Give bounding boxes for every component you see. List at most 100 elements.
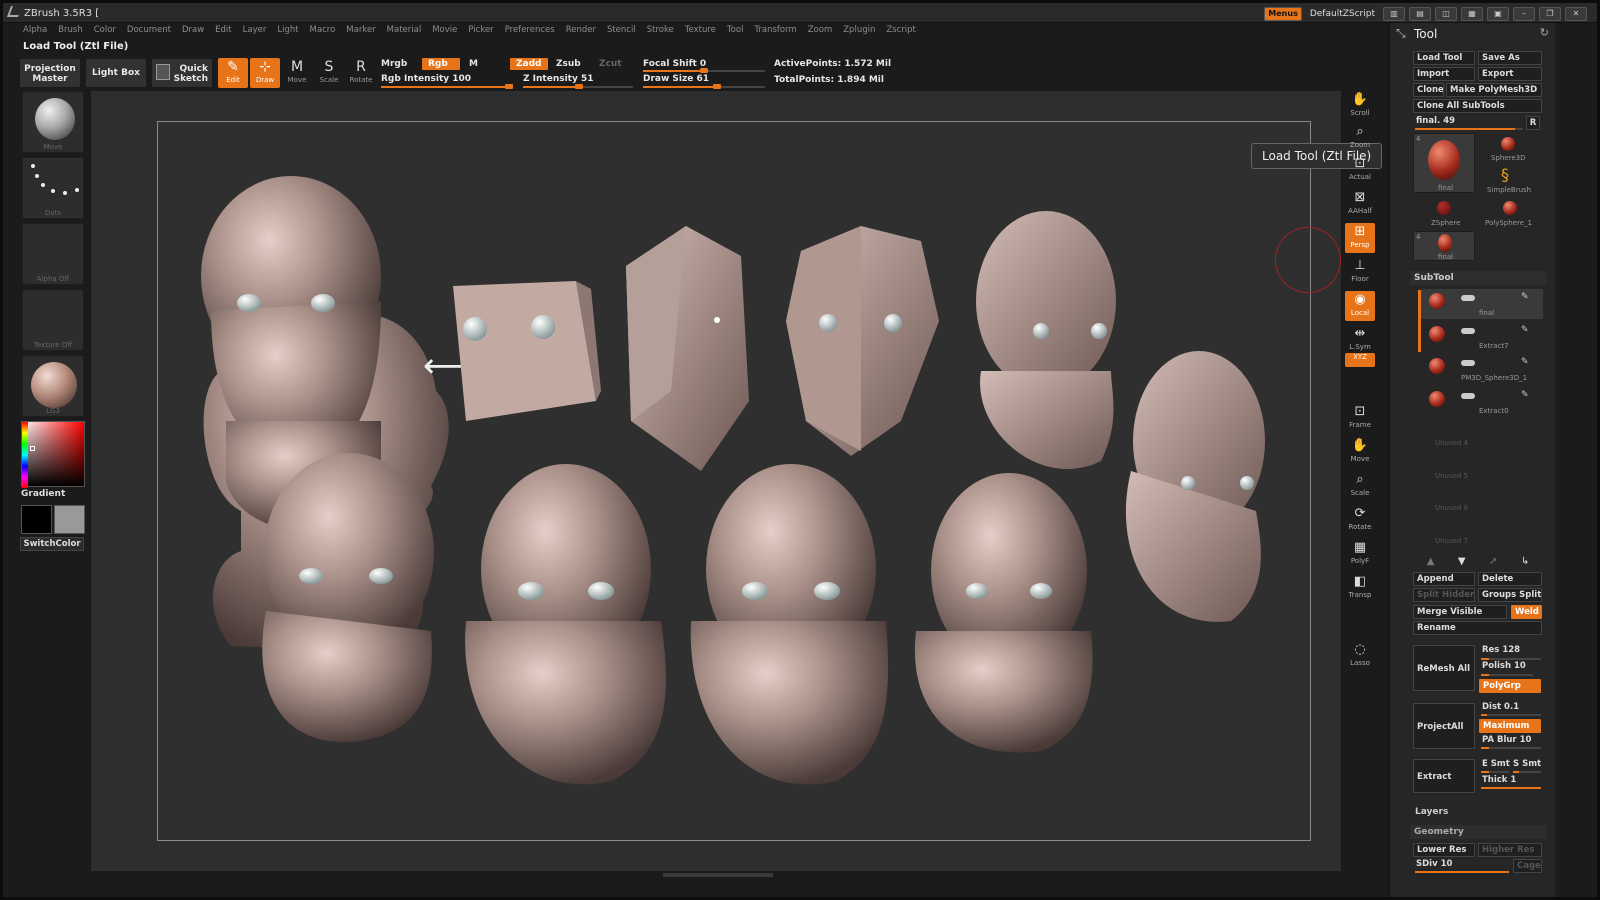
subtool-brush-icon[interactable]: ✎ [1521,390,1529,400]
help-icon[interactable]: ▦ [1461,7,1483,21]
ui-layout-icon[interactable]: ◫ [1435,7,1457,21]
canvas-viewport[interactable]: ⟷ [91,91,1341,871]
save-as-button[interactable]: Save As [1478,51,1542,65]
pa-blur-slider[interactable] [1481,747,1541,749]
menu-edit[interactable]: Edit [215,25,231,35]
shelf-lsym-button[interactable]: ⇹ L.Sym [1345,325,1375,355]
clone-button[interactable]: Clone [1413,83,1444,97]
shelf-persp-button[interactable]: ⊞ Persp [1345,223,1375,253]
layers-section[interactable]: Layers [1415,807,1448,817]
sdiv-slider[interactable] [1415,871,1509,873]
switch-color-button[interactable]: SwitchColor [20,537,84,551]
s-smt-slider[interactable] [1513,771,1541,773]
shelf-local-button[interactable]: ◉ Local [1345,291,1375,321]
cage-button[interactable]: Cage [1513,859,1542,873]
menu-movie[interactable]: Movie [432,25,457,35]
polygrp-toggle[interactable]: PolyGrp [1479,679,1541,693]
visibility-toggle-icon[interactable] [1461,327,1475,334]
mrgb-toggle[interactable]: Mrgb [381,59,407,69]
menu-zplugin[interactable]: Zplugin [843,25,875,35]
res-slider[interactable] [1481,658,1541,660]
menu-render[interactable]: Render [566,25,596,35]
brush-thumbnail[interactable]: Move [22,91,84,153]
shelf-floor-button[interactable]: ⊥ Floor [1345,257,1375,287]
tool-palette-title[interactable]: Tool [1414,27,1437,41]
shelf-zoom-button[interactable]: ⌕ Zoom [1345,123,1375,153]
subtool-item[interactable]: Unused 6 [1421,484,1543,514]
alpha-thumbnail[interactable]: Alpha Off [22,223,84,285]
menu-picker[interactable]: Picker [468,25,493,35]
z-intensity-slider[interactable] [523,84,633,89]
r-button[interactable]: R [1526,116,1540,130]
color-picker[interactable] [21,421,85,488]
menu-zscript[interactable]: Zscript [886,25,916,35]
tool-thumb-final[interactable]: 4 final [1413,133,1475,193]
rgb-intensity-slider[interactable] [381,84,513,89]
texture-thumbnail[interactable]: Texture Off [22,289,84,351]
shelf-scale-button[interactable]: ⌕ Scale [1345,471,1375,501]
move-mode-button[interactable]: M Move [282,58,312,88]
scale-mode-button[interactable]: S Scale [314,58,344,88]
menu-color[interactable]: Color [94,25,116,35]
load-tool-button[interactable]: Load Tool [1413,51,1475,65]
lock-icon[interactable]: ▣ [1487,7,1509,21]
subtool-item[interactable]: ✎ Extract7 [1421,322,1543,352]
split-hidden-button[interactable]: Split Hidden [1413,588,1475,602]
layout-icon[interactable]: ▥ [1383,7,1405,21]
subtool-brush-icon[interactable]: ✎ [1521,292,1529,302]
focal-shift-knob[interactable] [700,68,708,73]
shelf-move-button[interactable]: ✋ Move [1345,437,1375,467]
weld-toggle[interactable]: Weld [1511,605,1542,619]
rgb-toggle[interactable]: Rgb [422,58,460,70]
menu-stencil[interactable]: Stencil [607,25,636,35]
rgb-intensity-knob[interactable] [505,84,513,89]
secondary-color-swatch[interactable] [54,505,85,534]
menu-marker[interactable]: Marker [346,25,375,35]
draw-button[interactable]: ⊹ Draw [250,58,280,88]
menu-tool[interactable]: Tool [727,25,744,35]
tool-thumb-polysphere[interactable]: PolySphere_1 [1479,199,1541,229]
edit-button[interactable]: ✎ Edit [218,58,248,88]
menu-transform[interactable]: Transform [754,25,796,35]
shelf-scroll-button[interactable]: ✋ Scroll [1345,91,1375,121]
hotkey-icon[interactable]: ▤ [1409,7,1431,21]
zsub-toggle[interactable]: Zsub [556,59,581,69]
groups-split-button[interactable]: Groups Split [1478,588,1542,602]
draw-size-knob[interactable] [713,84,722,89]
menu-draw[interactable]: Draw [182,25,204,35]
menu-preferences[interactable]: Preferences [505,25,555,35]
higher-res-button[interactable]: Higher Res [1478,843,1542,857]
tool-slider[interactable] [1415,128,1523,130]
project-all-button[interactable]: ProjectAll [1413,703,1475,749]
make-polymesh-button[interactable]: Make PolyMesh3D [1446,83,1542,97]
main-color-swatch[interactable] [21,505,52,534]
shelf-xyz-button[interactable]: ✣XYZ [1345,353,1375,367]
material-thumbnail[interactable]: LG3 [22,355,84,417]
arrow-down-icon[interactable]: ▼ [1458,556,1466,570]
shelf-lasso-button[interactable]: ◌ Lasso [1345,641,1375,671]
subtool-item[interactable]: Unused 4 [1421,419,1543,449]
visibility-toggle-icon[interactable] [1461,392,1475,399]
focal-shift-slider[interactable] [643,68,765,73]
menu-material[interactable]: Material [387,25,422,35]
projection-master-button[interactable]: Projection Master [19,58,81,88]
remesh-all-button[interactable]: ReMesh All [1413,645,1475,691]
script-name[interactable]: DefaultZScript [1306,7,1379,21]
shelf-aahalf-button[interactable]: ⊠ AAHalf [1345,189,1375,219]
zcut-toggle[interactable]: Zcut [599,59,622,69]
hue-strip[interactable] [22,422,28,488]
gradient-label[interactable]: Gradient [21,489,65,499]
extract-button[interactable]: Extract [1413,759,1475,793]
delete-button[interactable]: Delete [1478,572,1542,586]
subtool-item[interactable]: ✎ Extract0 [1421,387,1543,417]
restore-icon[interactable]: ❐ [1539,7,1561,21]
tool-thumb-sphere3d[interactable]: Sphere3D [1479,133,1541,163]
polish-slider[interactable] [1481,674,1533,676]
palette-dock-icon[interactable]: ⤡ [1396,26,1406,41]
maximum-toggle[interactable]: Maximum [1479,719,1541,733]
subtool-item[interactable]: Unused 5 [1421,452,1543,482]
tool-thumb-zsphere[interactable]: ZSphere [1413,199,1475,229]
menu-zoom[interactable]: Zoom [808,25,833,35]
import-button[interactable]: Import [1413,67,1475,81]
subtool-brush-icon[interactable]: ✎ [1521,357,1529,367]
